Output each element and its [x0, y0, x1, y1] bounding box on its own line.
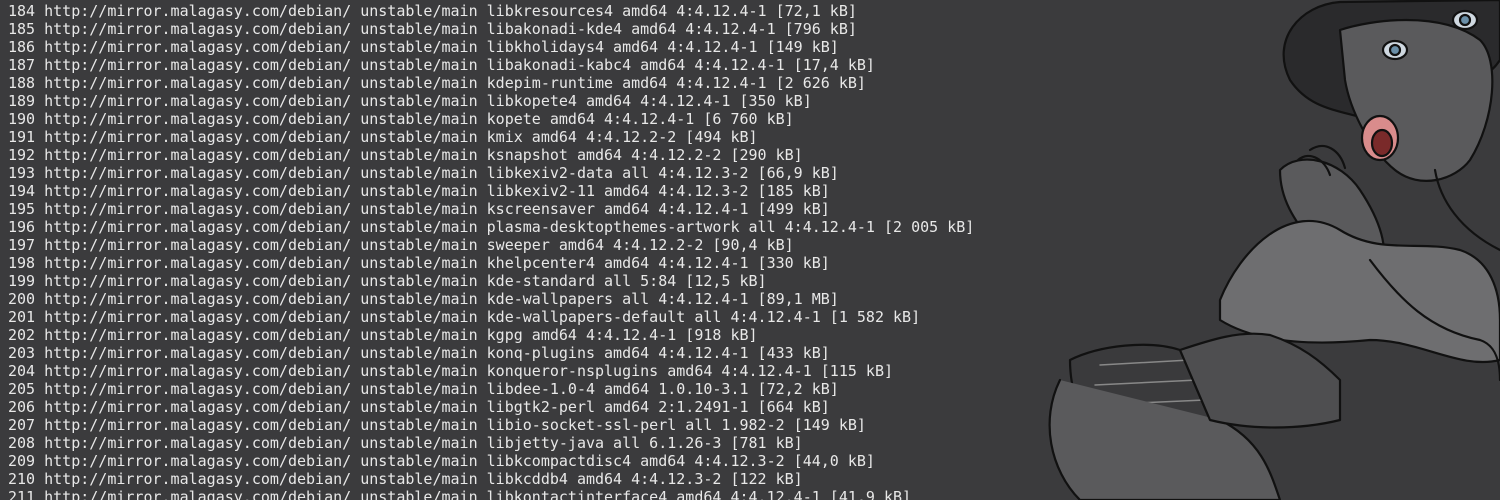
output-line: 192 http://mirror.malagasy.com/debian/ u…: [8, 146, 803, 164]
output-line: 203 http://mirror.malagasy.com/debian/ u…: [8, 344, 830, 362]
wallpaper-illustration: [1048, 0, 1500, 500]
output-line: 208 http://mirror.malagasy.com/debian/ u…: [8, 434, 803, 452]
output-line: 195 http://mirror.malagasy.com/debian/ u…: [8, 200, 830, 218]
output-line: 204 http://mirror.malagasy.com/debian/ u…: [8, 362, 894, 380]
terminal-output[interactable]: 184 http://mirror.malagasy.com/debian/ u…: [8, 2, 974, 500]
output-line: 199 http://mirror.malagasy.com/debian/ u…: [8, 272, 767, 290]
output-line: 200 http://mirror.malagasy.com/debian/ u…: [8, 290, 839, 308]
output-line: 191 http://mirror.malagasy.com/debian/ u…: [8, 128, 758, 146]
output-line: 209 http://mirror.malagasy.com/debian/ u…: [8, 452, 875, 470]
output-line: 188 http://mirror.malagasy.com/debian/ u…: [8, 74, 866, 92]
output-line: 207 http://mirror.malagasy.com/debian/ u…: [8, 416, 866, 434]
output-line: 189 http://mirror.malagasy.com/debian/ u…: [8, 92, 812, 110]
output-line: 206 http://mirror.malagasy.com/debian/ u…: [8, 398, 830, 416]
output-line: 187 http://mirror.malagasy.com/debian/ u…: [8, 56, 875, 74]
output-line: 185 http://mirror.malagasy.com/debian/ u…: [8, 20, 857, 38]
output-line: 198 http://mirror.malagasy.com/debian/ u…: [8, 254, 830, 272]
output-line: 211 http://mirror.malagasy.com/debian/ u…: [8, 488, 912, 500]
output-line: 194 http://mirror.malagasy.com/debian/ u…: [8, 182, 830, 200]
output-line: 190 http://mirror.malagasy.com/debian/ u…: [8, 110, 794, 128]
output-line: 196 http://mirror.malagasy.com/debian/ u…: [8, 218, 975, 236]
output-line: 197 http://mirror.malagasy.com/debian/ u…: [8, 236, 794, 254]
terminal-window[interactable]: 184 http://mirror.malagasy.com/debian/ u…: [0, 0, 1500, 500]
output-line: 205 http://mirror.malagasy.com/debian/ u…: [8, 380, 839, 398]
output-line: 193 http://mirror.malagasy.com/debian/ u…: [8, 164, 839, 182]
output-line: 201 http://mirror.malagasy.com/debian/ u…: [8, 308, 921, 326]
output-line: 184 http://mirror.malagasy.com/debian/ u…: [8, 2, 857, 20]
output-line: 186 http://mirror.malagasy.com/debian/ u…: [8, 38, 839, 56]
output-line: 210 http://mirror.malagasy.com/debian/ u…: [8, 470, 803, 488]
output-line: 202 http://mirror.malagasy.com/debian/ u…: [8, 326, 758, 344]
